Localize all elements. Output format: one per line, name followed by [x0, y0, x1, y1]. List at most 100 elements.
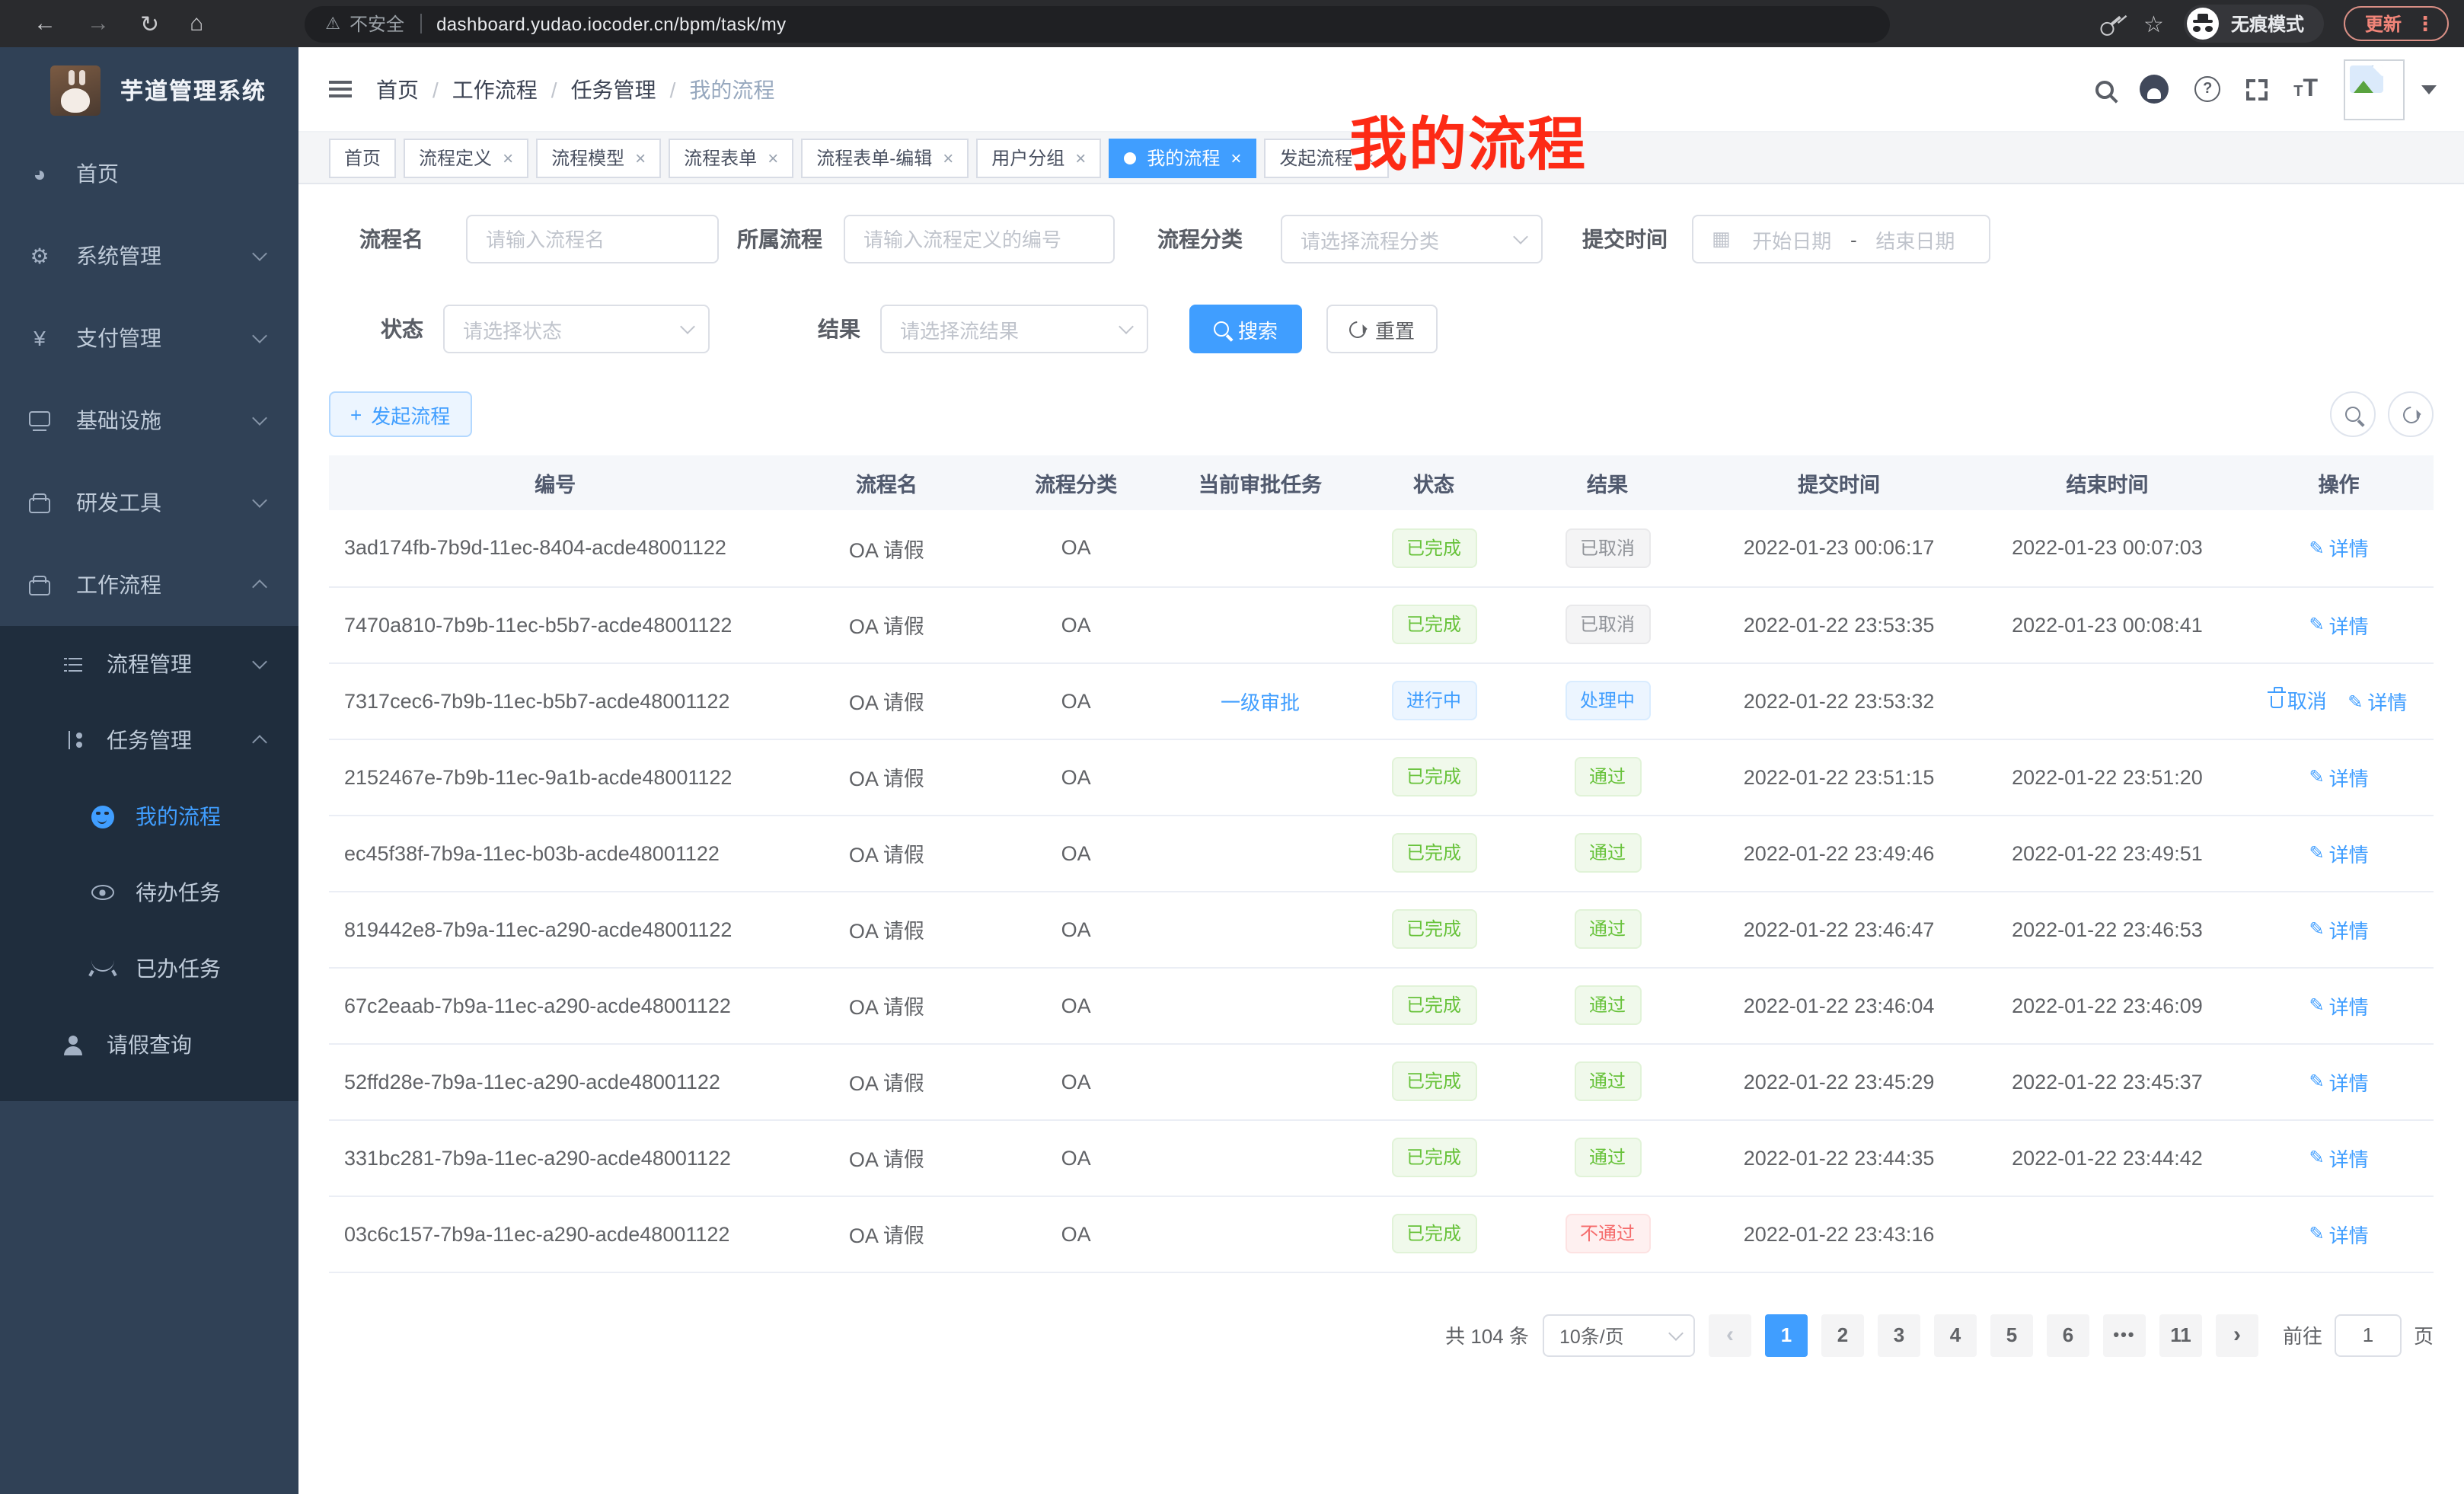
- process-id: ec45f38f-7b9a-11ec-b03b-acde48001122: [329, 815, 781, 891]
- tab-process-form-edit[interactable]: 流程表单-编辑×: [801, 138, 969, 177]
- tab-process-definition[interactable]: 流程定义×: [404, 138, 528, 177]
- browser-menu-icon[interactable]: ⋮: [2415, 11, 2435, 36]
- browser-home-icon[interactable]: ⌂: [190, 11, 203, 37]
- page-button-5[interactable]: 5: [1990, 1314, 2033, 1356]
- detail-link[interactable]: ✎详情: [2309, 762, 2368, 791]
- url-text[interactable]: dashboard.yudao.iocoder.cn/bpm/task/my: [436, 13, 786, 34]
- close-icon[interactable]: ×: [943, 148, 953, 167]
- sidebar-item-todo-tasks[interactable]: 待办任务: [0, 854, 298, 931]
- hamburger-icon[interactable]: [329, 79, 352, 99]
- page-button-3[interactable]: 3: [1878, 1314, 1920, 1356]
- tab-my-process[interactable]: 我的流程×: [1109, 138, 1256, 177]
- fullscreen-icon[interactable]: [2246, 78, 2268, 100]
- process-id: 52ffd28e-7b9a-11ec-a290-acde48001122: [329, 1043, 781, 1119]
- browser-update-button[interactable]: 更新 ⋮: [2344, 6, 2449, 41]
- tab-process-model[interactable]: 流程模型×: [536, 138, 661, 177]
- sidebar-item-workflow[interactable]: 工作流程: [0, 544, 298, 626]
- next-page-button[interactable]: ›: [2216, 1314, 2258, 1356]
- end-time: 2022-01-22 23:46:53: [1971, 891, 2244, 967]
- detail-link[interactable]: ✎详情: [2309, 1219, 2368, 1248]
- page-button-4[interactable]: 4: [1934, 1314, 1977, 1356]
- security-label[interactable]: 不安全: [349, 11, 404, 37]
- page-button-6[interactable]: 6: [2047, 1314, 2089, 1356]
- sidebar-item-home[interactable]: ◕ 首页: [0, 132, 298, 215]
- github-icon[interactable]: [2140, 75, 2169, 104]
- detail-link[interactable]: ✎详情: [2309, 1143, 2368, 1172]
- sidebar-item-payment[interactable]: ¥ 支付管理: [0, 297, 298, 379]
- sidebar-item-done-tasks[interactable]: 已办任务: [0, 931, 298, 1007]
- category-select[interactable]: 请选择流程分类: [1281, 215, 1543, 263]
- cancel-link[interactable]: 取消: [2271, 685, 2327, 714]
- more-pages-button[interactable]: •••: [2103, 1314, 2146, 1356]
- caret-down-icon[interactable]: [2421, 85, 2437, 94]
- monitor-icon: [27, 414, 52, 426]
- page-size-select[interactable]: 10条/页: [1543, 1314, 1695, 1356]
- font-size-icon[interactable]: TT: [2293, 75, 2318, 103]
- list-icon: [61, 656, 85, 672]
- process-id: 2152467e-7b9b-11ec-9a1b-acde48001122: [329, 739, 781, 815]
- table-row: 2152467e-7b9b-11ec-9a1b-acde48001122 OA …: [329, 739, 2434, 815]
- robot-face-icon: [90, 805, 114, 828]
- breadcrumb-task-mgmt[interactable]: 任务管理: [571, 74, 656, 104]
- status-select[interactable]: 请选择状态: [443, 305, 710, 353]
- page-button-11[interactable]: 11: [2159, 1314, 2202, 1356]
- refresh-table-button[interactable]: [2388, 391, 2434, 437]
- sidebar-item-my-process[interactable]: 我的流程: [0, 778, 298, 854]
- process-name: OA 请假: [781, 662, 991, 739]
- detail-link[interactable]: ✎详情: [2309, 610, 2368, 639]
- pen-icon: ✎: [2309, 1223, 2324, 1244]
- sidebar-item-process-mgmt[interactable]: 流程管理: [0, 626, 298, 702]
- close-icon[interactable]: ×: [635, 148, 646, 167]
- search-icon[interactable]: [2095, 80, 2114, 98]
- app-title: 芋道管理系统: [120, 74, 267, 106]
- close-icon[interactable]: ×: [1075, 148, 1086, 167]
- close-icon[interactable]: ×: [768, 148, 778, 167]
- current-task: [1160, 510, 1361, 586]
- page-button-2[interactable]: 2: [1821, 1314, 1864, 1356]
- end-time: 2022-01-22 23:44:42: [1971, 1119, 2244, 1196]
- address-bar[interactable]: ⚠ 不安全 dashboard.yudao.iocoder.cn/bpm/tas…: [304, 5, 1889, 42]
- help-icon[interactable]: ?: [2194, 76, 2220, 102]
- sidebar-item-task-mgmt[interactable]: 任务管理: [0, 702, 298, 778]
- bookmark-star-icon[interactable]: ☆: [2143, 10, 2164, 37]
- current-task-link[interactable]: 一级审批: [1221, 686, 1300, 715]
- detail-link[interactable]: ✎详情: [2309, 534, 2368, 563]
- start-date-placeholder[interactable]: 开始日期: [1737, 225, 1847, 254]
- browser-reload-icon[interactable]: ↻: [140, 10, 159, 37]
- page-button-1[interactable]: 1: [1765, 1314, 1808, 1356]
- prev-page-button[interactable]: ‹: [1709, 1314, 1751, 1356]
- browser-forward-icon[interactable]: →: [87, 11, 110, 37]
- search-button[interactable]: 搜索: [1189, 305, 1302, 353]
- insecure-warning-icon: ⚠: [325, 14, 340, 34]
- browser-back-icon[interactable]: ←: [34, 11, 56, 37]
- end-date-placeholder[interactable]: 结束日期: [1860, 225, 1971, 254]
- tab-process-form[interactable]: 流程表单×: [669, 138, 793, 177]
- submit-time: 2022-01-22 23:53:35: [1707, 586, 1971, 662]
- submit-time-range-picker[interactable]: ▦ 开始日期 - 结束日期: [1692, 215, 1990, 263]
- process-definition-input[interactable]: [844, 215, 1115, 263]
- process-name-input[interactable]: [466, 215, 719, 263]
- tab-user-group[interactable]: 用户分组×: [976, 138, 1101, 177]
- avatar[interactable]: [2344, 59, 2405, 120]
- breadcrumb-home[interactable]: 首页: [376, 74, 419, 104]
- sidebar-item-system[interactable]: ⚙ 系统管理: [0, 215, 298, 297]
- result-select[interactable]: 请选择流结果: [880, 305, 1148, 353]
- detail-link[interactable]: ✎详情: [2309, 1067, 2368, 1096]
- sidebar-item-leave-query[interactable]: 请假查询: [0, 1007, 298, 1083]
- detail-link[interactable]: ✎详情: [2309, 991, 2368, 1020]
- start-process-button[interactable]: + 发起流程: [329, 391, 471, 437]
- process-id: 7317cec6-7b9b-11ec-b5b7-acde48001122: [329, 662, 781, 739]
- close-icon[interactable]: ×: [503, 148, 513, 167]
- reset-button[interactable]: 重置: [1326, 305, 1438, 353]
- close-icon[interactable]: ×: [1230, 148, 1241, 167]
- detail-link[interactable]: ✎详情: [2309, 838, 2368, 867]
- show-search-button[interactable]: [2330, 391, 2376, 437]
- breadcrumb-workflow[interactable]: 工作流程: [452, 74, 538, 104]
- tab-home[interactable]: 首页: [329, 138, 396, 177]
- sidebar-item-devtools[interactable]: 研发工具: [0, 461, 298, 544]
- password-key-icon[interactable]: [2094, 7, 2127, 40]
- sidebar-item-infra[interactable]: 基础设施: [0, 379, 298, 461]
- detail-link[interactable]: ✎详情: [2348, 687, 2407, 716]
- detail-link[interactable]: ✎详情: [2309, 915, 2368, 943]
- page-jump-input[interactable]: [2335, 1314, 2402, 1356]
